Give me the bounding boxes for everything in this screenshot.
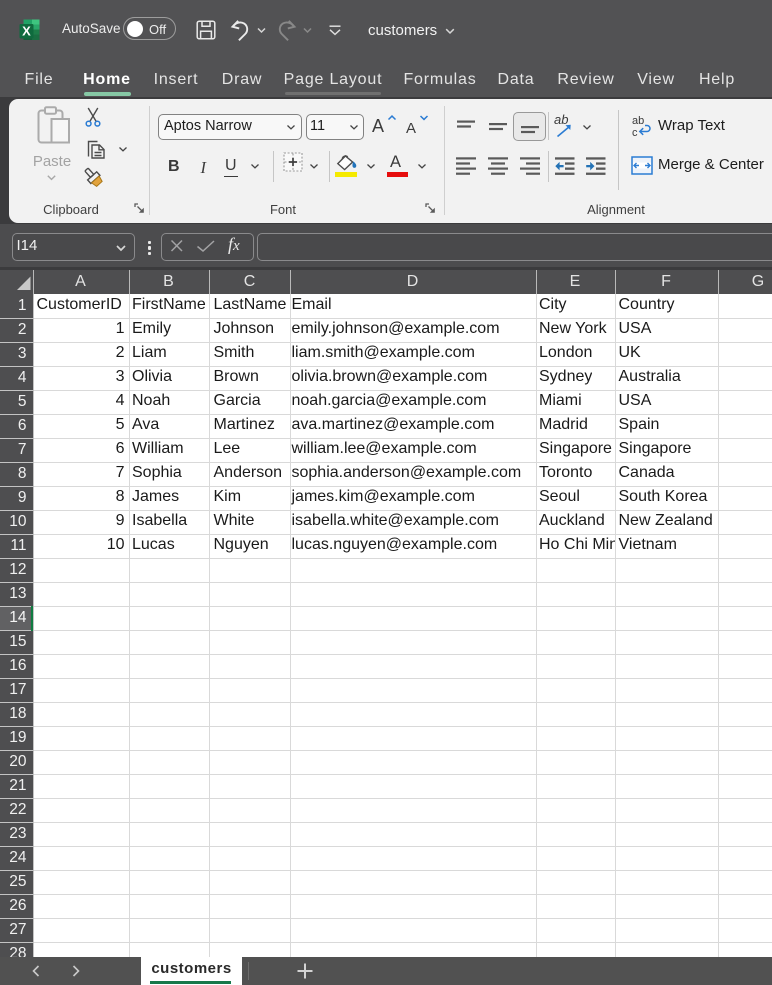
svg-text:X: X xyxy=(22,24,31,39)
svg-text:ab: ab xyxy=(632,115,644,127)
svg-text:c: c xyxy=(632,127,638,139)
